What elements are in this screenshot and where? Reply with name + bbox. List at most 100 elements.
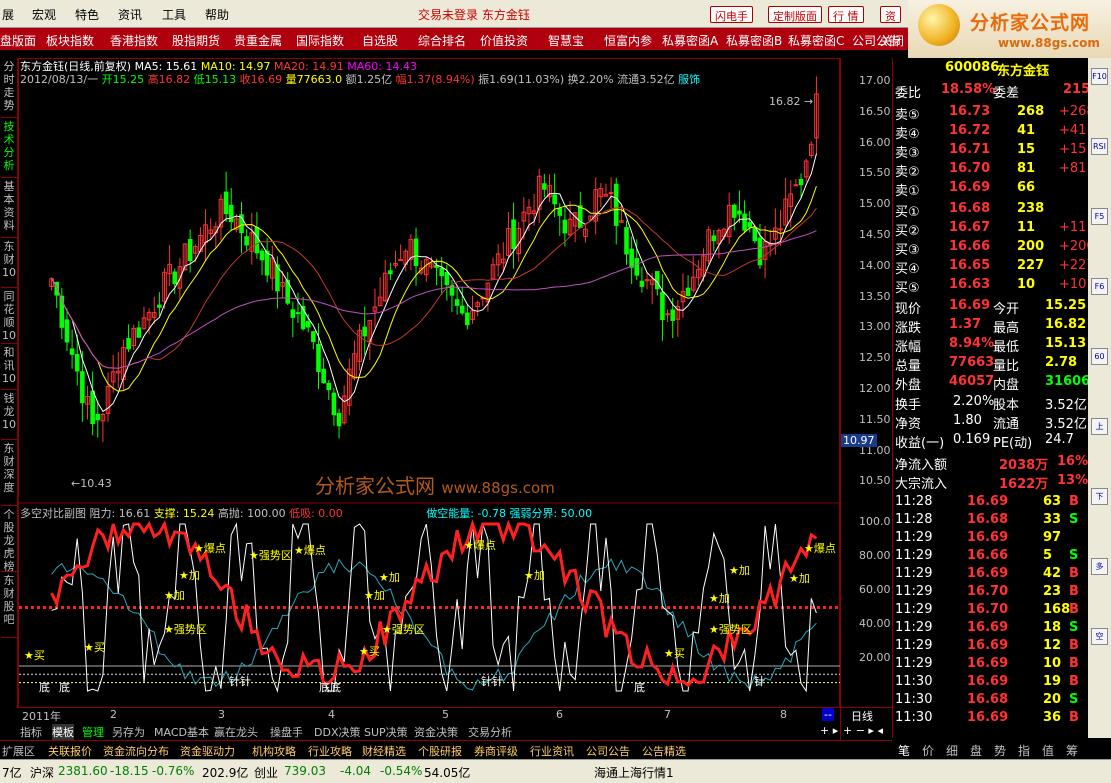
menu-item-ext[interactable]: 展 (2, 6, 14, 23)
tab-trade-analysis[interactable]: 交易分析 (468, 724, 512, 740)
ext-tab[interactable]: 机构攻略 (252, 743, 296, 759)
nav-item[interactable]: 关闭 (880, 32, 904, 49)
tab-ddx[interactable]: DDX决策 (314, 724, 360, 740)
tool-icon[interactable]: 上 (1091, 418, 1108, 435)
quote-tab[interactable]: 盘 (970, 742, 982, 759)
quotes-button[interactable]: 行 情 (828, 6, 864, 23)
tab-capital[interactable]: 资金决策 (414, 724, 458, 740)
tool-icon[interactable]: RSI (1091, 138, 1108, 155)
menu-item-help[interactable]: 帮助 (205, 6, 229, 23)
nav-item[interactable]: 股指期货 (172, 32, 220, 49)
tab-macd[interactable]: MACD基本 (154, 724, 209, 740)
menu-item-special[interactable]: 特色 (75, 6, 99, 23)
tab-template[interactable]: 模板 (52, 724, 74, 740)
nav-item[interactable]: 私募密函A (662, 32, 718, 49)
menu-item-tools[interactable]: 工具 (162, 6, 186, 23)
side-tab-dragon-tiger[interactable]: 个股龙虎榜 (1, 506, 17, 573)
nav-item[interactable]: 国际指数 (296, 32, 344, 49)
info-button[interactable]: 资 (880, 6, 901, 23)
quote-tab[interactable]: 价 (922, 742, 934, 759)
quote-tab[interactable]: 势 (994, 742, 1006, 759)
nav-item[interactable]: 香港指数 (110, 32, 158, 49)
side-tab-hexun[interactable]: 和讯10 (1, 344, 17, 390)
ext-tab[interactable]: 公告精选 (642, 743, 686, 759)
side-tab-intraday[interactable]: 分时走势 (1, 58, 17, 118)
tab-saveas[interactable]: 另存为 (112, 724, 145, 740)
price-tick: 14.00 (859, 258, 891, 272)
side-tab-qianlong[interactable]: 钱龙10 (1, 390, 17, 440)
ext-tab[interactable]: 行业资讯 (530, 743, 574, 759)
candle-body (542, 183, 547, 190)
ext-tab[interactable]: 公司公告 (586, 743, 630, 759)
tab-trader[interactable]: 操盘手 (270, 724, 303, 740)
quote-cell: +15 (1059, 142, 1087, 157)
quote-cell: 换手 (895, 398, 922, 413)
tool-icon[interactable]: 下 (1091, 488, 1108, 505)
tool-icon[interactable]: 空 (1091, 628, 1108, 645)
period-box[interactable]: 日线 + − ▸ ◂ (840, 707, 892, 740)
kline-chart-panel[interactable]: 16.82 → ←10.43 ★加 ★加 ★加 ★加 ★加 ★加 ★加 ★加 ★爆点 ★爆点 ★爆点 ★爆… (18, 58, 841, 709)
index-name-sh[interactable]: 沪深 (30, 764, 54, 781)
ext-tab[interactable]: 券商评级 (474, 743, 518, 759)
quote-tab[interactable]: 笔 (898, 742, 910, 759)
tab-sup[interactable]: SUP决策 (364, 724, 408, 740)
stat-row: 总量 77663 量比 2.78 (893, 355, 1089, 374)
ext-tab[interactable]: 扩展区 (2, 743, 35, 759)
quote-tab[interactable]: 指 (1018, 742, 1030, 759)
quote-cell: 11:30 (895, 674, 933, 689)
tick-row: 11:29 16.66 5 S (893, 548, 1089, 566)
nav-item[interactable]: 价值投资 (480, 32, 528, 49)
menu-item-news[interactable]: 资讯 (118, 6, 142, 23)
sector-label[interactable]: 服饰 (678, 73, 700, 86)
nav-item[interactable]: 私募密函B (726, 32, 782, 49)
nav-item[interactable]: 自选股 (362, 32, 398, 49)
ext-tab[interactable]: 行业攻略 (308, 743, 352, 759)
zoom-controls[interactable]: + − ▸ ◂ (843, 724, 883, 737)
kline-chart-svg[interactable]: 16.82 → ←10.43 ★加 ★加 ★加 ★加 ★加 ★加 ★加 ★加 ★爆点 ★爆点 ★爆点 ★爆… (19, 59, 841, 709)
candle-body (634, 258, 640, 276)
candle-body (223, 191, 229, 215)
nav-arrows[interactable]: + ▸ (820, 724, 838, 737)
period-label[interactable]: 日线 (851, 708, 873, 724)
ext-tab[interactable]: 个股研报 (418, 743, 462, 759)
tab-leader[interactable]: 赢在龙头 (214, 724, 258, 740)
tool-icon[interactable]: 多 (1091, 558, 1108, 575)
scroll-end-button[interactable]: -- (822, 708, 834, 721)
quote-tab[interactable]: 值 (1042, 742, 1054, 759)
side-tab-forum[interactable]: 东财股吧 (1, 572, 17, 638)
side-tab-tonghuashun[interactable]: 同花顺10 (1, 288, 17, 344)
side-tab-depth[interactable]: 东财深度 (1, 440, 17, 506)
quote-panel: 600086 东方金钰 委比 18.58% 委差 215 卖⑤ 16.73 268 +268 卖④ 1… (892, 58, 1095, 738)
tool-icon[interactable]: F5 (1091, 208, 1108, 225)
tool-icon[interactable]: 60 (1091, 348, 1108, 365)
quote-tab[interactable]: 筹 (1066, 742, 1078, 759)
side-tab-technical[interactable]: 技术分析 (1, 118, 17, 178)
quote-cell: B (1069, 674, 1079, 689)
nav-item[interactable]: 恒富内参 (604, 32, 652, 49)
signal-label: 针针 (481, 674, 503, 688)
ext-tab[interactable]: 资金流向分布 (103, 743, 169, 759)
watermark-text: 分析家公式网 (315, 474, 435, 498)
nav-item[interactable]: 板块指数 (46, 32, 94, 49)
nav-item[interactable]: 盘版面 (0, 32, 36, 49)
tool-icon[interactable]: F6 (1091, 278, 1108, 295)
tool-icon[interactable]: F10 (1091, 68, 1108, 85)
tab-manage[interactable]: 管理 (82, 724, 104, 740)
tab-indicator[interactable]: 指标 (20, 724, 42, 740)
side-tab-dongcai[interactable]: 东财10 (1, 238, 17, 288)
ext-tab[interactable]: 关联报价 (48, 743, 92, 759)
ext-tab[interactable]: 资金驱动力 (180, 743, 235, 759)
custom-layout-button[interactable]: 定制版面 (768, 6, 822, 23)
quote-tab[interactable]: 细 (946, 742, 958, 759)
menu-item-macro[interactable]: 宏观 (32, 6, 56, 23)
flash-trade-button[interactable]: 闪电手 (710, 6, 753, 23)
nav-item[interactable]: 私募密函C (788, 32, 844, 49)
nav-item[interactable]: 智慧宝 (548, 32, 584, 49)
candle-body (444, 271, 450, 286)
ext-tab[interactable]: 财经精选 (362, 743, 406, 759)
candle-body (454, 299, 460, 306)
side-tab-fundamental[interactable]: 基本资料 (1, 178, 17, 238)
nav-item[interactable]: 贵重金属 (234, 32, 282, 49)
nav-item[interactable]: 综合排名 (418, 32, 466, 49)
index-name-cy[interactable]: 创业 (254, 764, 278, 781)
